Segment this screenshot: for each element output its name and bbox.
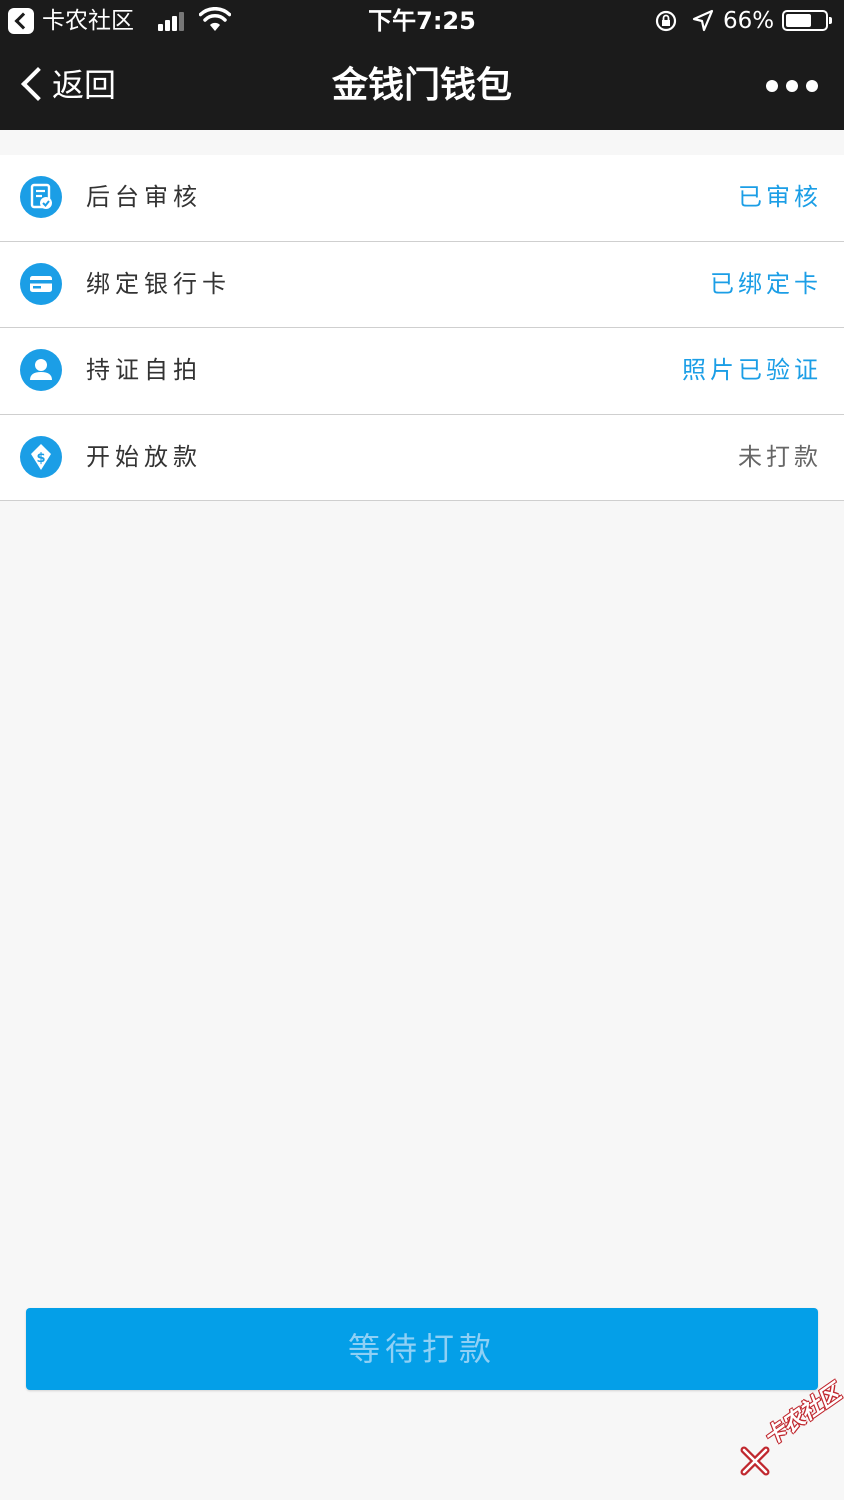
bank-card-icon (20, 262, 62, 305)
screen: 卡农社区 下午7:25 66% 返回 金钱门钱包 后台审核 已审核 绑定银行卡 … (0, 0, 844, 1500)
location-icon (692, 9, 714, 32)
step-label: 开始放款 (86, 442, 202, 471)
kanong-logo-icon (740, 1446, 770, 1476)
watermark: 卡农社区 (740, 1380, 844, 1480)
document-check-icon (20, 176, 62, 218)
step-label: 后台审核 (86, 183, 202, 211)
step-row-review: 后台审核 已审核 (0, 155, 844, 242)
waiting-payment-button[interactable]: 等待打款 (26, 1308, 818, 1390)
status-bar: 卡农社区 下午7:25 66% (0, 0, 844, 42)
step-status: 未打款 (738, 442, 822, 471)
battery-icon (782, 10, 832, 31)
step-row-bank-card: 绑定银行卡 已绑定卡 (0, 241, 844, 328)
step-row-loan: $ 开始放款 未打款 (0, 414, 844, 501)
nav-bar: 返回 金钱门钱包 (0, 42, 844, 130)
rotation-lock-icon (655, 10, 677, 32)
svg-text:$: $ (36, 451, 45, 466)
step-list: 后台审核 已审核 绑定银行卡 已绑定卡 持证自拍 照片已验证 $ 开始放款 未打… (0, 155, 844, 501)
step-label: 绑定银行卡 (86, 269, 231, 298)
step-status: 照片已验证 (682, 356, 822, 384)
money-bag-icon: $ (20, 435, 62, 478)
step-status: 已绑定卡 (710, 269, 822, 298)
step-status: 已审核 (738, 183, 822, 211)
page-title: 金钱门钱包 (331, 65, 512, 106)
status-time: 下午7:25 (368, 7, 476, 35)
user-icon (20, 349, 62, 391)
more-button[interactable] (764, 72, 820, 100)
step-row-selfie: 持证自拍 照片已验证 (0, 328, 844, 415)
battery-percent: 66% (723, 8, 775, 34)
step-label: 持证自拍 (86, 356, 202, 384)
